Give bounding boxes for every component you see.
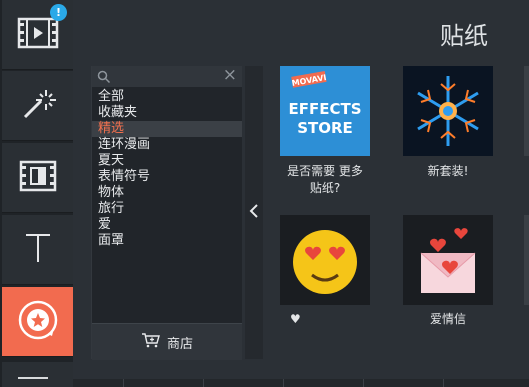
heart-caption: ♥ bbox=[290, 312, 301, 326]
film-play-icon bbox=[17, 16, 59, 54]
collapse-panel-button[interactable] bbox=[245, 66, 263, 359]
category-item-objects[interactable]: 物体 bbox=[92, 185, 242, 201]
search-icon bbox=[97, 69, 111, 88]
pack-tile-partial[interactable] bbox=[524, 66, 529, 156]
panel-title: 贴纸 bbox=[440, 22, 488, 50]
magic-wand-icon bbox=[20, 86, 56, 126]
pack-tile-effects-store[interactable]: MOVAVI EFFECTS STORE bbox=[280, 66, 370, 156]
category-item-emoji[interactable]: 表情符号 bbox=[92, 169, 242, 185]
pack-caption-love-letter: 爱情信 bbox=[403, 311, 493, 328]
store-button[interactable]: 商店 bbox=[92, 323, 242, 360]
chevron-left-icon bbox=[249, 203, 259, 223]
effects-tool[interactable] bbox=[2, 71, 73, 141]
search-input[interactable]: × bbox=[92, 65, 242, 88]
film-transition-icon bbox=[19, 159, 57, 197]
category-item-travel[interactable]: 旅行 bbox=[92, 201, 242, 217]
timeline-strip bbox=[73, 379, 529, 387]
heart-eyes-emoji-icon bbox=[280, 215, 370, 305]
category-panel: × 全部 收藏夹 精选 连环漫画 夏天 表情符号 物体 旅行 爱 面罩 商店 bbox=[91, 65, 242, 360]
titles-tool[interactable] bbox=[2, 215, 73, 285]
clear-search-icon[interactable]: × bbox=[223, 65, 237, 85]
pack-tile-new-set[interactable] bbox=[403, 66, 493, 156]
stickers-tool[interactable] bbox=[2, 287, 73, 357]
store-art-text: STORE bbox=[297, 119, 353, 137]
media-import-tool[interactable]: ! bbox=[2, 0, 73, 70]
love-letter-icon bbox=[403, 215, 493, 305]
snowflake-icon bbox=[403, 66, 493, 156]
text-icon bbox=[23, 231, 53, 269]
category-item-love[interactable]: 爱 bbox=[92, 217, 242, 233]
more-tools-tool[interactable] bbox=[2, 362, 73, 387]
tool-rail: ! bbox=[0, 0, 73, 387]
caption-line: 是否需要 更多 bbox=[287, 164, 363, 178]
category-list: 全部 收藏夹 精选 连环漫画 夏天 表情符号 物体 旅行 爱 面罩 bbox=[92, 89, 242, 249]
cart-icon bbox=[141, 332, 161, 352]
caption-line: 新套装! bbox=[427, 164, 469, 178]
transitions-tool[interactable] bbox=[2, 143, 73, 213]
notification-badge: ! bbox=[50, 4, 67, 21]
category-item-masks[interactable]: 面罩 bbox=[92, 233, 242, 249]
effects-store-art: MOVAVI EFFECTS STORE bbox=[280, 66, 370, 156]
pack-caption-effects-store: 是否需要 更多 贴纸? bbox=[274, 163, 376, 197]
category-item-featured[interactable]: 精选 bbox=[92, 121, 242, 137]
pack-tile-heart-eyes[interactable] bbox=[280, 215, 370, 305]
sticker-star-icon bbox=[16, 298, 60, 346]
pack-caption-heart-eyes: ♥ bbox=[290, 311, 360, 328]
store-button-label: 商店 bbox=[166, 336, 193, 352]
category-item-comics[interactable]: 连环漫画 bbox=[92, 137, 242, 153]
caption-line: 爱情信 bbox=[429, 312, 466, 326]
pack-caption-new-set: 新套装! bbox=[403, 163, 493, 180]
category-item-all[interactable]: 全部 bbox=[92, 89, 242, 105]
category-item-favorites[interactable]: 收藏夹 bbox=[92, 105, 242, 121]
effects-art-text: EFFECTS bbox=[288, 100, 361, 118]
caption-line: 贴纸? bbox=[309, 181, 341, 195]
pack-tile-partial[interactable] bbox=[524, 215, 529, 305]
pack-tile-love-letter[interactable] bbox=[403, 215, 493, 305]
category-item-summer[interactable]: 夏天 bbox=[92, 153, 242, 169]
